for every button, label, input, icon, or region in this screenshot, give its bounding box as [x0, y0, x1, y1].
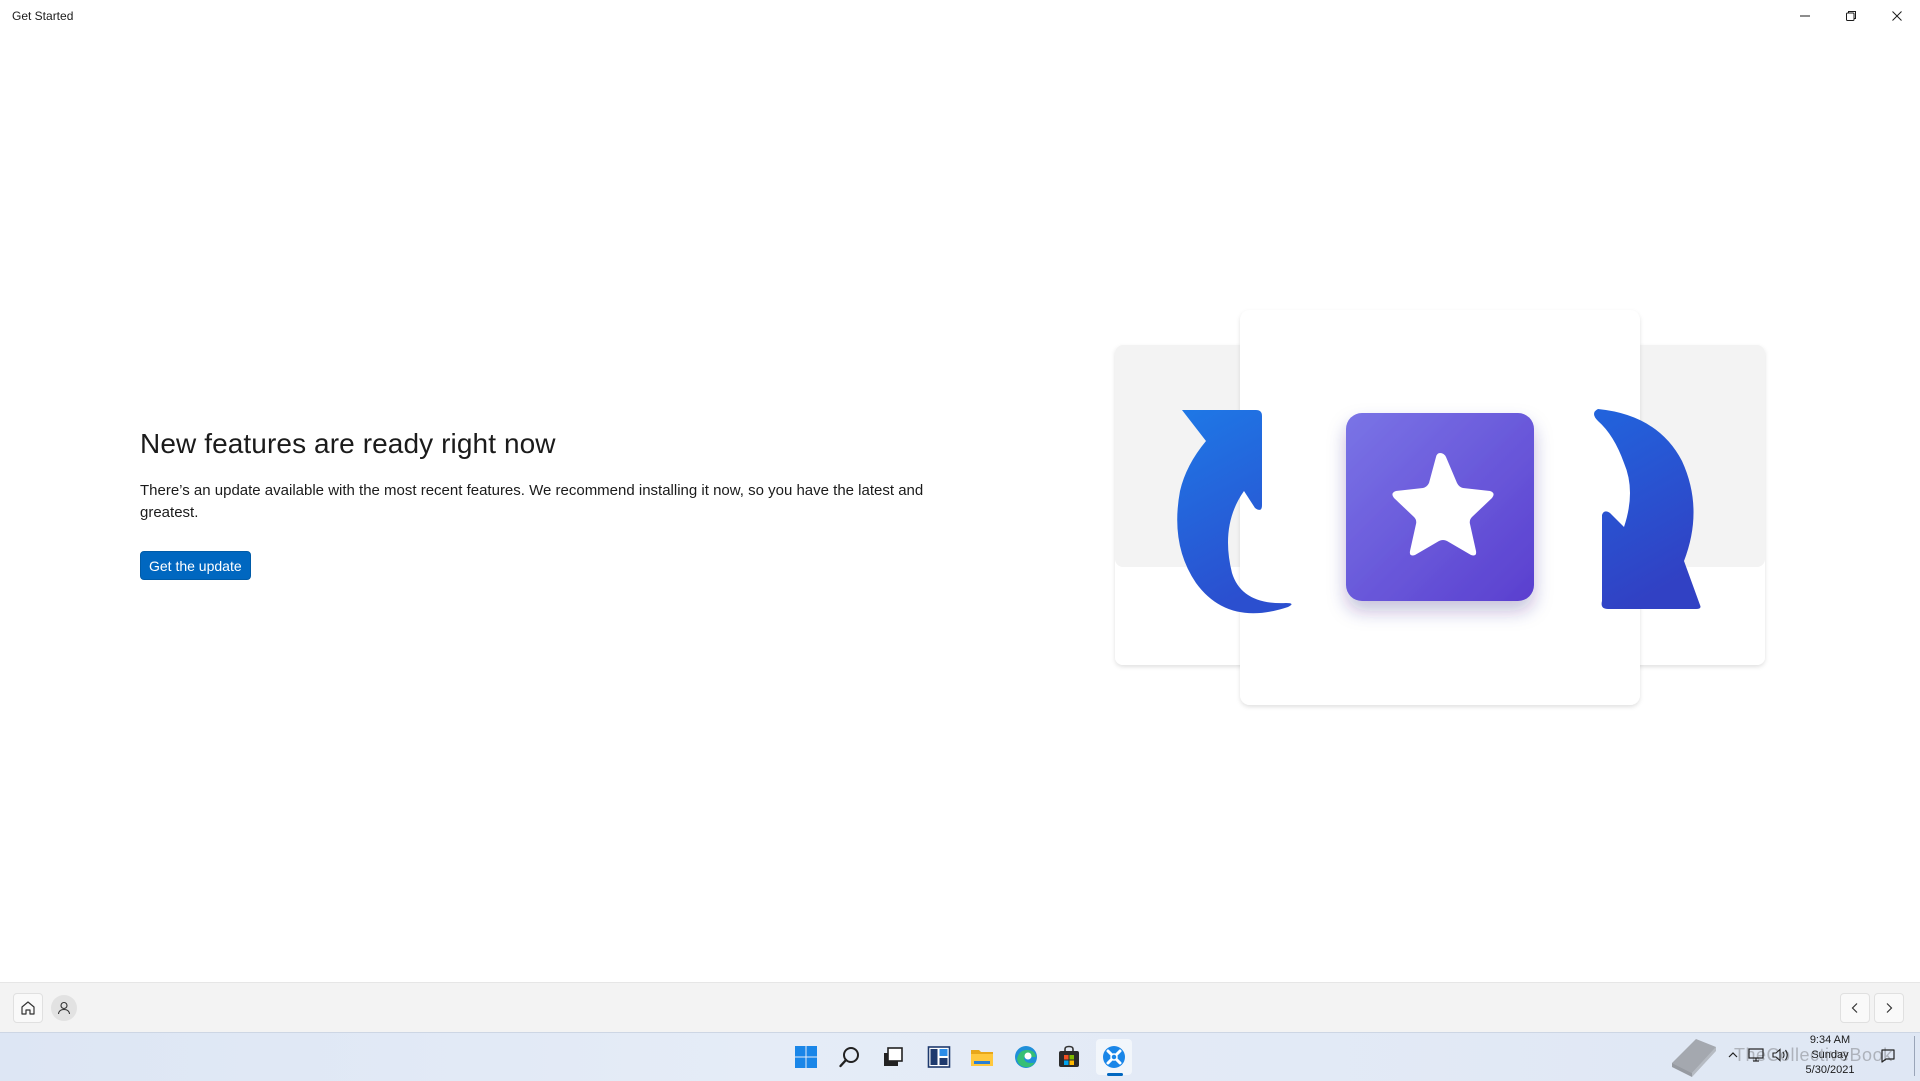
show-desktop-divider[interactable]	[1914, 1036, 1915, 1076]
volume-icon[interactable]	[1772, 1048, 1790, 1062]
home-icon	[21, 1001, 35, 1015]
page-headline: New features are ready right now	[140, 428, 556, 459]
get-started-icon	[1103, 1046, 1125, 1068]
widgets-button[interactable]	[921, 1039, 957, 1075]
app-bottom-bar	[0, 982, 1920, 1033]
minimize-button[interactable]	[1782, 0, 1828, 32]
window-title: Get Started	[12, 9, 74, 23]
restore-icon	[1846, 11, 1856, 21]
home-button[interactable]	[13, 993, 43, 1023]
task-view-icon	[884, 1047, 903, 1066]
search-icon	[839, 1047, 859, 1068]
taskbar	[0, 1032, 1920, 1081]
clock[interactable]: 9:34 AM Sunday 5/30/2021	[1790, 1033, 1870, 1078]
network-icon[interactable]	[1748, 1048, 1764, 1062]
search-button[interactable]	[832, 1039, 868, 1075]
clock-date: 5/30/2021	[1805, 1064, 1855, 1076]
task-view-button[interactable]	[875, 1039, 911, 1075]
start-button[interactable]	[788, 1039, 824, 1075]
file-explorer-icon	[971, 1050, 993, 1066]
file-explorer-button[interactable]	[964, 1039, 1000, 1075]
book-icon	[1672, 1039, 1716, 1077]
profile-button[interactable]	[49, 993, 79, 1023]
next-page-button[interactable]	[1874, 993, 1904, 1023]
close-button[interactable]	[1874, 0, 1920, 32]
chevron-left-icon	[1851, 1003, 1858, 1013]
update-illustration	[1115, 310, 1765, 705]
clock-time: 9:34 AM	[1809, 1034, 1851, 1046]
notification-icon[interactable]	[1880, 1048, 1896, 1064]
get-started-button[interactable]	[1096, 1039, 1132, 1075]
title-bar: Get Started	[0, 0, 1920, 32]
store-button[interactable]	[1051, 1039, 1087, 1075]
start-icon	[795, 1046, 817, 1068]
edge-button[interactable]	[1008, 1039, 1044, 1075]
minimize-icon	[1800, 15, 1810, 17]
store-icon	[1059, 1045, 1079, 1067]
avatar	[51, 995, 77, 1021]
tray-overflow-icon[interactable]	[1727, 1049, 1739, 1061]
update-description: There’s an update available with the mos…	[140, 482, 924, 521]
chevron-right-icon	[1886, 1003, 1893, 1013]
star-tile-icon	[1346, 413, 1534, 601]
widgets-icon	[927, 1046, 951, 1068]
close-icon	[1892, 11, 1902, 21]
active-app-indicator	[1107, 1073, 1123, 1076]
profile-icon	[57, 1001, 71, 1015]
get-update-button[interactable]: Get the update	[140, 551, 251, 580]
edge-icon	[1015, 1046, 1037, 1068]
clock-day: Sunday	[1811, 1049, 1849, 1061]
restore-button[interactable]	[1828, 0, 1874, 32]
previous-page-button[interactable]	[1840, 993, 1870, 1023]
